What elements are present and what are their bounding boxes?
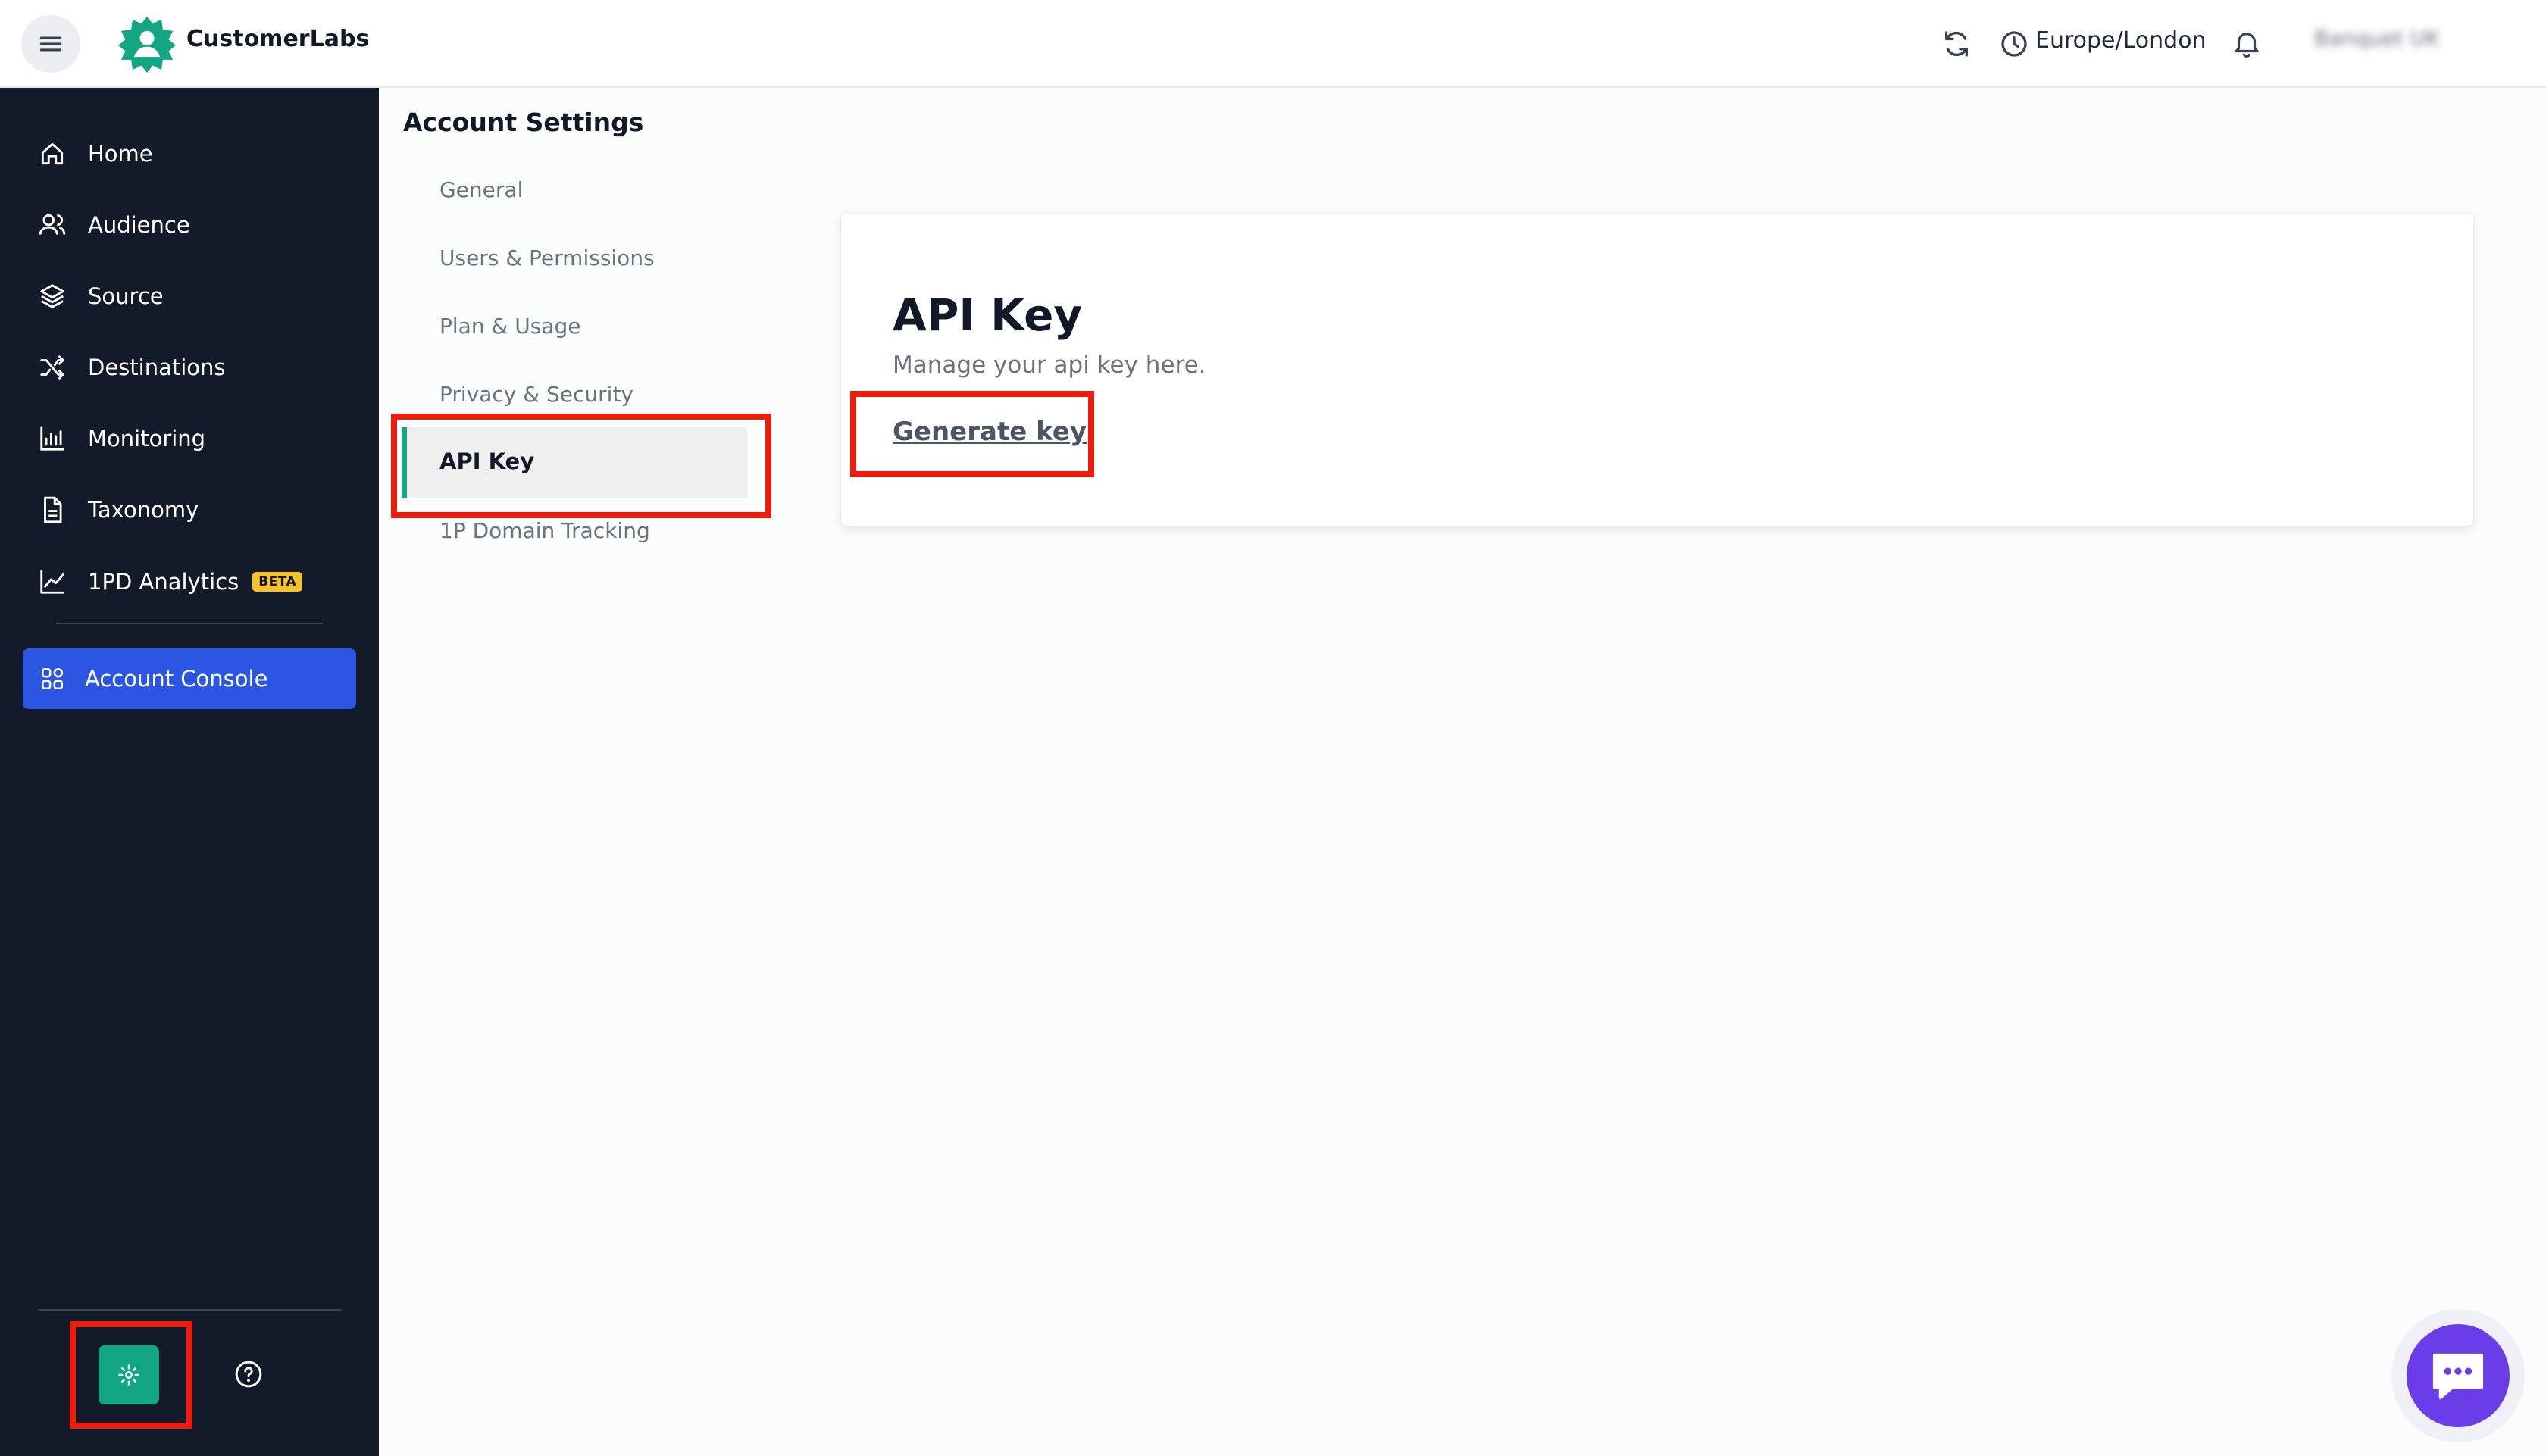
chat-icon	[2432, 1353, 2484, 1400]
users-icon	[39, 214, 66, 235]
bar-chart-icon	[40, 426, 64, 451]
sidebar-item-monitoring[interactable]: Monitoring	[38, 416, 205, 461]
brand-name: CustomerLabs	[186, 26, 370, 52]
sidebar-item-label: Source	[88, 283, 164, 309]
sidebar-item-label: Account Console	[85, 666, 268, 692]
sidebar-item-taxonomy[interactable]: Taxonomy	[38, 487, 199, 533]
hamburger-icon	[39, 36, 62, 52]
sidebar-item-label: Audience	[88, 212, 190, 238]
sidebar-item-label: Destinations	[88, 355, 226, 380]
sidebar-item-account-console[interactable]: Account Console	[23, 648, 356, 709]
sidebar-divider	[56, 623, 323, 624]
home-icon	[41, 142, 64, 165]
subnav-item-1p-domain-tracking[interactable]: 1P Domain Tracking	[439, 518, 650, 543]
bell-icon[interactable]	[2231, 27, 2263, 59]
clock-icon	[2001, 31, 2027, 57]
sidebar-item-source[interactable]: Source	[38, 273, 164, 319]
menu-toggle-button[interactable]	[21, 15, 80, 73]
refresh-icon[interactable]	[1941, 29, 1972, 59]
subnav-item-general[interactable]: General	[439, 177, 523, 202]
section-title: Account Settings	[403, 108, 644, 137]
card-subtitle: Manage your api key here.	[893, 352, 1206, 379]
top-bar: CustomerLabs Europe/London Banquet UK	[0, 0, 2546, 88]
sidebar-item-destinations[interactable]: Destinations	[38, 345, 226, 390]
sidebar-item-home[interactable]: Home	[38, 131, 153, 177]
sidebar-item-label: 1PD Analytics	[88, 569, 239, 595]
customerlabs-logo-icon[interactable]	[118, 15, 176, 73]
card-title: API Key	[893, 289, 1083, 341]
sidebar: Home Audience Source Destinations Monito…	[0, 88, 379, 1456]
layers-icon	[40, 284, 64, 308]
chat-button[interactable]	[2407, 1324, 2510, 1427]
sidebar-item-1pd-analytics[interactable]: 1PD Analytics BETA	[38, 559, 303, 605]
subnav-item-privacy-security[interactable]: Privacy & Security	[439, 382, 633, 407]
user-menu[interactable]: Banquet UK	[2314, 26, 2466, 61]
help-icon[interactable]	[233, 1359, 264, 1389]
grid-icon	[41, 667, 64, 690]
highlight-generate-key	[850, 391, 1094, 477]
subnav-item-users-permissions[interactable]: Users & Permissions	[439, 245, 655, 270]
sidebar-footer-divider	[38, 1309, 341, 1311]
timezone-selector[interactable]: Europe/London	[2035, 27, 2207, 54]
beta-badge: BETA	[252, 572, 303, 592]
highlight-settings-button	[70, 1321, 192, 1429]
sidebar-item-label: Home	[88, 141, 153, 167]
shuffle-icon	[40, 355, 64, 380]
sidebar-item-audience[interactable]: Audience	[38, 202, 190, 248]
subnav-item-plan-usage[interactable]: Plan & Usage	[439, 314, 580, 339]
sidebar-item-label: Monitoring	[88, 426, 206, 451]
trend-icon	[40, 570, 64, 594]
sidebar-item-label: Taxonomy	[88, 497, 199, 523]
document-icon	[44, 496, 62, 523]
highlight-api-key-tab	[391, 414, 771, 518]
